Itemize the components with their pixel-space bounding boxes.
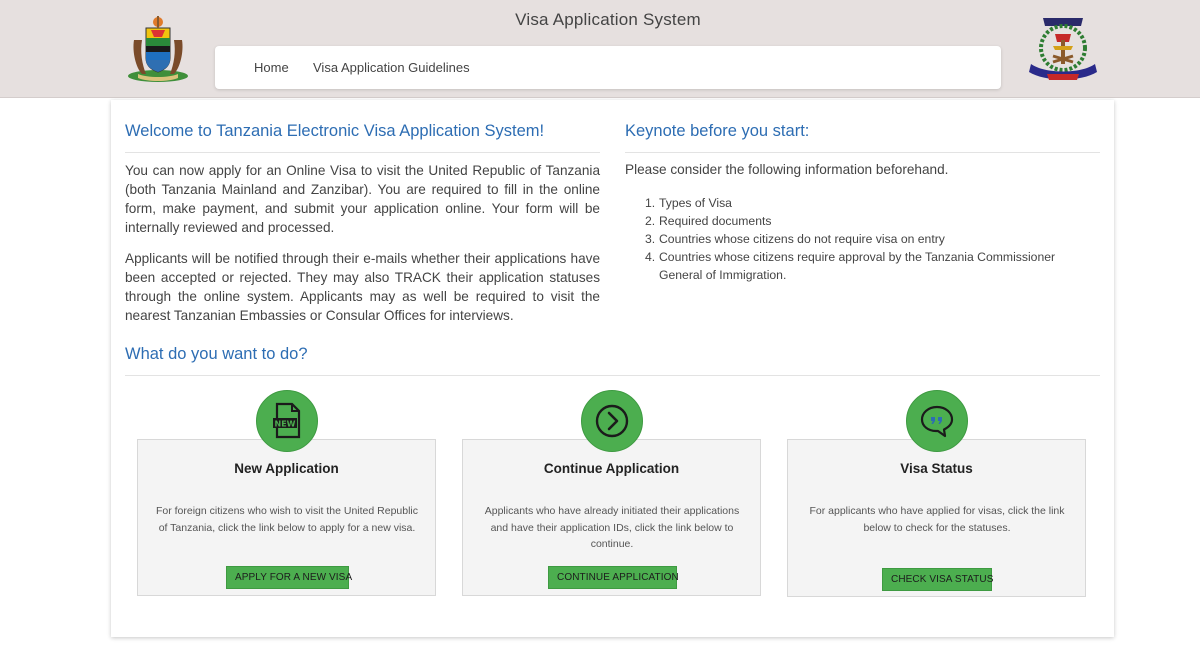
new-application-panel: New Application For foreign citizens who…	[137, 439, 436, 596]
site-title: Visa Application System	[515, 10, 701, 29]
list-item-text[interactable]: Countries whose citizens do not require …	[659, 232, 945, 246]
chat-quote-icon	[906, 390, 968, 452]
option-title: Visa Status	[900, 461, 973, 476]
list-number: 4.	[645, 250, 656, 264]
welcome-paragraph-1: You can now apply for an Online Visa to …	[125, 163, 600, 235]
list-number: 3.	[645, 232, 656, 246]
option-title: Continue Application	[543, 461, 680, 476]
divider	[125, 152, 600, 153]
divider	[625, 152, 1100, 153]
continue-application-panel: Continue Application Applicants who have…	[462, 439, 761, 596]
keynote-item-types-of-visa[interactable]: 1. Types of Visa	[625, 194, 1095, 212]
main-card: Welcome to Tanzania Electronic Visa Appl…	[111, 100, 1114, 637]
check-visa-status-button[interactable]: CHECK VISA STATUS	[882, 568, 993, 591]
keynote-list: 1. Types of Visa 2. Required documents 3. C…	[625, 194, 1095, 284]
keynote-item-approval-countries[interactable]: 4. Countries whose citizens require appro…	[625, 248, 1095, 284]
site-header: Visa Application System Home Visa Applic…	[0, 0, 1200, 98]
actions-heading: What do you want to do?	[125, 345, 308, 363]
svg-text:NEW: NEW	[275, 420, 296, 429]
new-document-icon: NEW	[256, 390, 318, 452]
option-description: Applicants who have already initiated th…	[484, 505, 740, 550]
apply-new-visa-button[interactable]: APPLY FOR A NEW VISA	[226, 566, 352, 589]
continue-application-button[interactable]: CONTINUE APPLICATION	[548, 566, 679, 589]
list-item-text[interactable]: Types of Visa	[659, 196, 732, 210]
keynote-item-visa-exempt-countries[interactable]: 3. Countries whose citizens do not requir…	[625, 230, 1095, 248]
option-description: For foreign citizens who wish to visit t…	[155, 505, 419, 534]
welcome-heading: Welcome to Tanzania Electronic Visa Appl…	[125, 122, 545, 140]
nav-guidelines-link[interactable]: Visa Application Guidelines	[313, 60, 470, 75]
top-navbar: Home Visa Application Guidelines	[215, 46, 1001, 89]
welcome-paragraph-2: Applicants will be notified through thei…	[125, 251, 600, 323]
arrow-circle-right-icon	[581, 390, 643, 452]
list-item-text[interactable]: Required documents	[659, 214, 771, 228]
divider	[125, 375, 1100, 376]
nav-home-link[interactable]: Home	[254, 60, 289, 75]
list-number: 2.	[645, 214, 656, 228]
visa-status-panel: Visa Status For applicants who have appl…	[787, 439, 1086, 597]
option-title: New Application	[234, 461, 339, 476]
tanzania-immigration-emblem-icon	[1025, 12, 1101, 84]
keynote-heading: Keynote before you start:	[625, 122, 810, 140]
list-item-text[interactable]: Countries whose citizens require approva…	[659, 250, 1055, 282]
keynote-item-required-documents[interactable]: 2. Required documents	[625, 212, 1095, 230]
list-number: 1.	[645, 196, 656, 210]
keynote-intro: Please consider the following informatio…	[625, 162, 949, 177]
option-description: For applicants who have applied for visa…	[809, 505, 1065, 534]
